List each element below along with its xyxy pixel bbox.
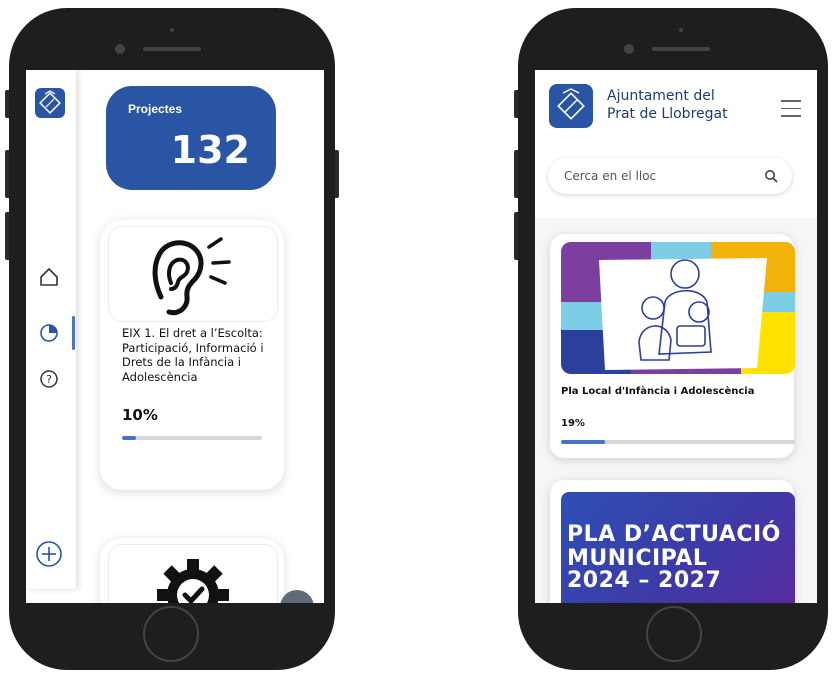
- card-image-frame: [108, 226, 278, 322]
- plan-card[interactable]: Pla Local d'Infància i Adolescència 19%: [550, 234, 795, 458]
- crest-icon: [557, 88, 585, 120]
- side-navigation: ?: [26, 70, 76, 589]
- home-icon[interactable]: [38, 266, 60, 293]
- pie-chart-icon[interactable]: [38, 322, 60, 349]
- progress-bar: [561, 440, 795, 444]
- banner-line-3: 2024 – 2027: [567, 568, 722, 593]
- camera-dot: [679, 28, 683, 32]
- plan-title: Pla Local d'Infància i Adolescència: [561, 386, 755, 397]
- search-icon: [765, 170, 778, 183]
- stat-label: Projectes: [128, 102, 183, 116]
- search-placeholder: Cerca en el lloc: [564, 169, 657, 183]
- front-camera: [115, 44, 125, 54]
- site-header: Ajuntament del Prat de Llobregat Cerca e…: [535, 70, 817, 218]
- svg-text:?: ?: [46, 373, 52, 386]
- progress-bar: [122, 436, 262, 440]
- help-icon[interactable]: ?: [38, 368, 60, 395]
- brand-line-2: Prat de Llobregat: [607, 106, 728, 122]
- plan-card[interactable]: PLA D’ACTUACIÓ MUNICIPAL 2024 – 2027: [550, 480, 795, 603]
- axis-card[interactable]: EIX 1. El dret a l’Escolta: Participació…: [100, 220, 284, 490]
- card-percent: 10%: [122, 406, 158, 424]
- floating-button[interactable]: [280, 590, 314, 603]
- speaker: [652, 47, 710, 51]
- speaker: [143, 47, 201, 51]
- right-screen: Ajuntament del Prat de Llobregat Cerca e…: [535, 70, 817, 603]
- progress-fill: [561, 440, 606, 444]
- card-title: EIX 1. El dret a l’Escolta: Participació…: [122, 326, 264, 384]
- progress-fill: [122, 436, 136, 440]
- gear-check-icon: [157, 559, 229, 603]
- family-illustration: [561, 242, 795, 374]
- left-phone-frame: ? Projectes 132 EIX 1. El dret a l’Escol…: [9, 8, 335, 670]
- projects-stat-card[interactable]: Projectes 132: [106, 86, 276, 190]
- plan-illustration: [561, 242, 795, 374]
- ear-icon: [152, 237, 231, 316]
- right-phone-frame: Ajuntament del Prat de Llobregat Cerca e…: [518, 8, 828, 670]
- crest-icon: [39, 90, 61, 114]
- axis-card[interactable]: [100, 538, 284, 603]
- search-box[interactable]: Cerca en el lloc: [548, 158, 792, 194]
- plan-percent: 19%: [561, 418, 585, 429]
- home-button[interactable]: [143, 606, 199, 662]
- city-logo[interactable]: [549, 84, 593, 128]
- plan-banner: PLA D’ACTUACIÓ MUNICIPAL 2024 – 2027: [561, 492, 795, 603]
- camera-dot: [170, 28, 174, 32]
- card-image-frame: [108, 544, 278, 603]
- banner-line-1: PLA D’ACTUACIÓ: [567, 522, 781, 547]
- front-camera: [624, 44, 634, 54]
- home-button[interactable]: [646, 606, 702, 662]
- add-icon[interactable]: [35, 540, 63, 573]
- left-screen: ? Projectes 132 EIX 1. El dret a l’Escol…: [26, 70, 324, 603]
- city-logo[interactable]: [35, 88, 65, 118]
- stat-value: 132: [170, 128, 250, 172]
- menu-icon[interactable]: [781, 100, 801, 117]
- brand-line-1: Ajuntament del: [607, 88, 715, 104]
- active-nav-indicator: [72, 316, 75, 350]
